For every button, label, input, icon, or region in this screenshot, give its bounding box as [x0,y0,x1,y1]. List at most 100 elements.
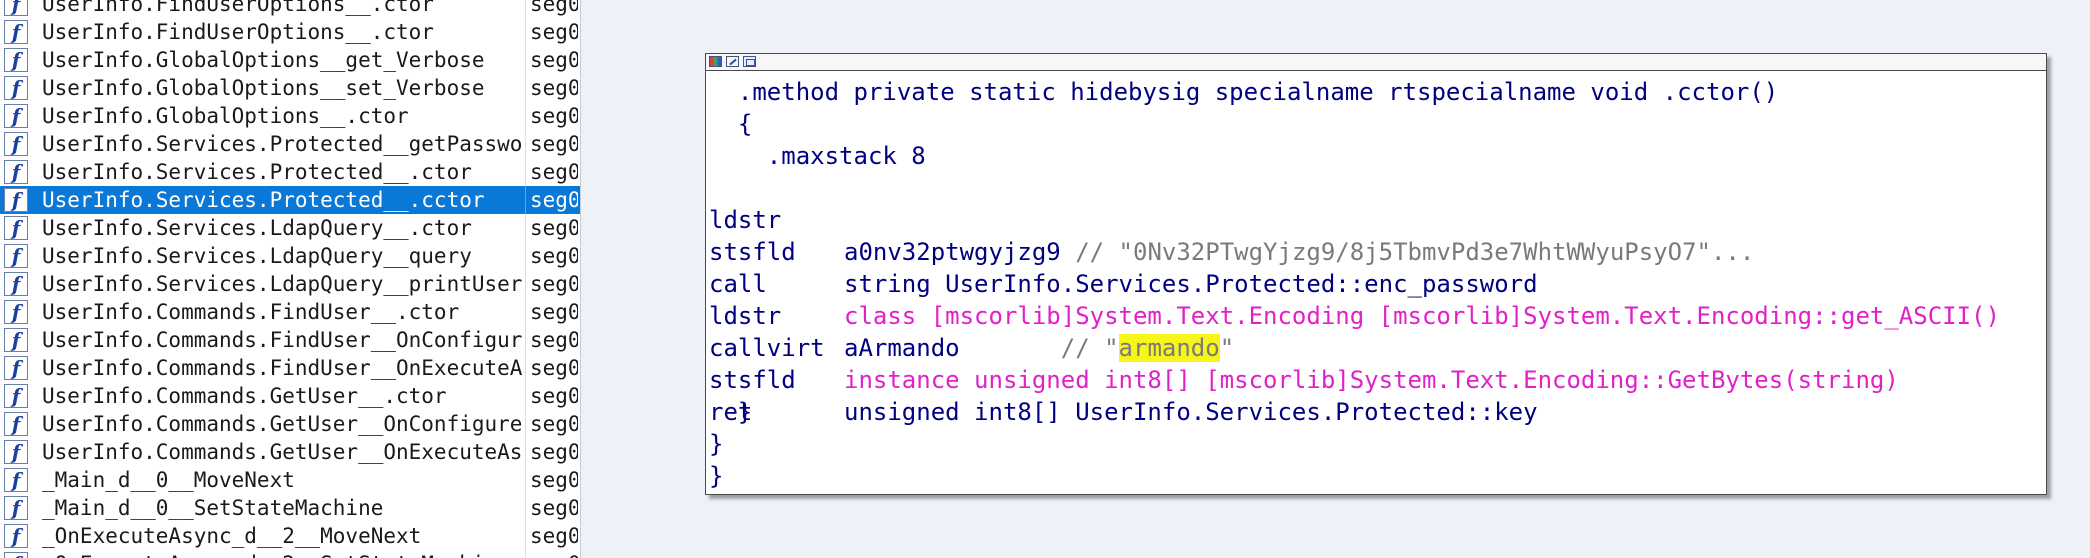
column-divider [525,410,526,438]
function-icon: f [4,440,28,464]
function-row[interactable]: f UserInfo.Services.LdapQuery__query seg… [0,242,580,270]
maxstack-line: .maxstack 8 [709,142,926,170]
column-divider [525,242,526,270]
function-row[interactable]: f UserInfo.Services.LdapQuery__printUser… [0,270,580,298]
function-name: UserInfo.Services.LdapQuery__query [42,244,472,268]
function-segment: seg0 [530,216,578,240]
graph-overview-icon[interactable] [743,56,756,67]
column-divider [525,130,526,158]
close-brace-line: } [709,430,724,458]
function-list-pane: f UserInfo.FindUserOptions__.ctor seg0 f… [0,0,581,558]
function-name: UserInfo.GlobalOptions__get_Verbose [42,48,485,72]
function-row[interactable]: f UserInfo.Commands.GetUser__OnConfigure… [0,410,580,438]
function-row[interactable]: f UserInfo.Services.Protected__getPasswo… [0,130,580,158]
close-brace-line: } [709,462,724,490]
instruction-line[interactable]: callvirt instance unsigned int8[] [mscor… [709,300,2043,394]
node-title-bar[interactable] [706,54,2046,71]
function-icon: f [4,104,28,128]
function-icon: f [4,244,28,268]
column-divider [525,522,526,550]
instruction-line[interactable]: ret [709,364,2043,426]
function-row[interactable]: f _OnExecuteAsync_d__2__MoveNext seg0 [0,522,580,550]
column-divider [525,186,526,214]
function-name: _OnExecuteAsync_d__2__SetStateMachine [42,550,522,558]
column-divider [525,18,526,46]
function-segment: seg0 [530,132,578,156]
function-name: UserInfo.Services.Protected__.cctor [42,188,485,212]
function-segment: seg0 [530,76,578,100]
color-icon[interactable] [709,56,722,67]
function-segment: seg0 [530,550,578,558]
function-icon: f [4,300,28,324]
function-row[interactable]: f UserInfo.Services.Protected__.ctor seg… [0,158,580,186]
function-icon: f [4,0,28,16]
function-name: UserInfo.GlobalOptions__set_Verbose [42,76,485,100]
function-segment: seg0 [530,328,578,352]
function-row[interactable]: f UserInfo.GlobalOptions__set_Verbose se… [0,74,580,102]
function-segment: seg0 [530,48,578,72]
instruction-line[interactable]: call class [mscorlib]System.Text.Encodin… [709,236,2043,330]
function-row[interactable]: f UserInfo.Commands.FindUser__OnExecuteA… [0,354,580,382]
function-row[interactable]: f UserInfo.GlobalOptions__get_Verbose se… [0,46,580,74]
function-icon: f [4,48,28,72]
function-row-selected[interactable]: f UserInfo.Services.Protected__.cctor se… [0,186,580,214]
column-divider [525,74,526,102]
function-name: UserInfo.Commands.GetUser__OnExecuteAs… [42,440,522,464]
function-row[interactable]: f _OnExecuteAsync_d__2__SetStateMachine … [0,550,580,558]
instruction-line[interactable]: ldstr aArmando // "armando" [709,268,2043,362]
function-row[interactable]: f UserInfo.Commands.GetUser__OnExecuteAs… [0,438,580,466]
function-name: _Main_d__0__MoveNext [42,468,295,492]
function-row[interactable]: f UserInfo.FindUserOptions__.ctor seg0 [0,18,580,46]
function-icon: f [4,132,28,156]
function-row[interactable]: f UserInfo.Services.LdapQuery__.ctor seg… [0,214,580,242]
code-graph-node[interactable]: .method private static hidebysig special… [705,53,2047,495]
column-divider [525,326,526,354]
edit-icon[interactable] [726,56,739,67]
function-name: _Main_d__0__SetStateMachine [42,496,384,520]
function-name: UserInfo.Services.Protected__getPassword [42,132,522,156]
column-divider [525,466,526,494]
function-name: UserInfo.Commands.FindUser__OnConfigure [42,328,522,352]
column-divider [525,0,526,18]
method-header-line: .method private static hidebysig special… [709,78,1779,106]
instruction-line[interactable]: ldstr a0nv32ptwgyjzg9 // "0Nv32PTwgYjzg9… [709,172,2043,266]
function-name: UserInfo.Services.LdapQuery__printUser [42,272,522,296]
function-name: UserInfo.Commands.FindUser__.ctor [42,300,460,324]
function-icon: f [4,412,28,436]
function-icon: f [4,496,28,520]
function-row[interactable]: f _Main_d__0__MoveNext seg0 [0,466,580,494]
function-row[interactable]: f _Main_d__0__SetStateMachine seg0 [0,494,580,522]
column-divider [525,438,526,466]
function-row[interactable]: f UserInfo.Commands.FindUser__OnConfigur… [0,326,580,354]
column-divider [525,158,526,186]
function-row[interactable]: f UserInfo.Commands.GetUser__.ctor seg0 [0,382,580,410]
function-name: UserInfo.Commands.FindUser__OnExecuteA… [42,356,522,380]
function-icon: f [4,384,28,408]
function-row[interactable]: f UserInfo.FindUserOptions__.ctor seg0 [0,0,580,18]
function-name: UserInfo.GlobalOptions__.ctor [42,104,409,128]
disassembly-code[interactable]: .method private static hidebysig special… [709,76,2043,492]
function-icon: f [4,552,28,558]
function-segment: seg0 [530,300,578,324]
function-segment: seg0 [530,104,578,128]
column-divider [525,298,526,326]
column-divider [525,102,526,130]
column-divider [525,214,526,242]
function-list: f UserInfo.FindUserOptions__.ctor seg0 f… [0,0,580,558]
function-name: _OnExecuteAsync_d__2__MoveNext [42,524,422,548]
column-divider [525,270,526,298]
close-inner-brace-line: } [709,398,753,426]
function-name: UserInfo.FindUserOptions__.ctor [42,0,434,16]
function-segment: seg0 [530,468,578,492]
column-divider [525,46,526,74]
function-icon: f [4,524,28,548]
instruction-line[interactable]: stsfld string UserInfo.Services.Protecte… [709,204,2043,298]
function-name: UserInfo.Commands.GetUser__OnConfigure [42,412,522,436]
open-brace-line: { [709,110,753,138]
function-row[interactable]: f UserInfo.GlobalOptions__.ctor seg0 [0,102,580,130]
function-segment: seg0 [530,496,578,520]
function-row[interactable]: f UserInfo.Commands.FindUser__.ctor seg0 [0,298,580,326]
instruction-line[interactable]: stsfld unsigned int8[] UserInfo.Services… [709,332,2043,426]
function-name: UserInfo.Services.LdapQuery__.ctor [42,216,472,240]
function-segment: seg0 [530,188,578,212]
